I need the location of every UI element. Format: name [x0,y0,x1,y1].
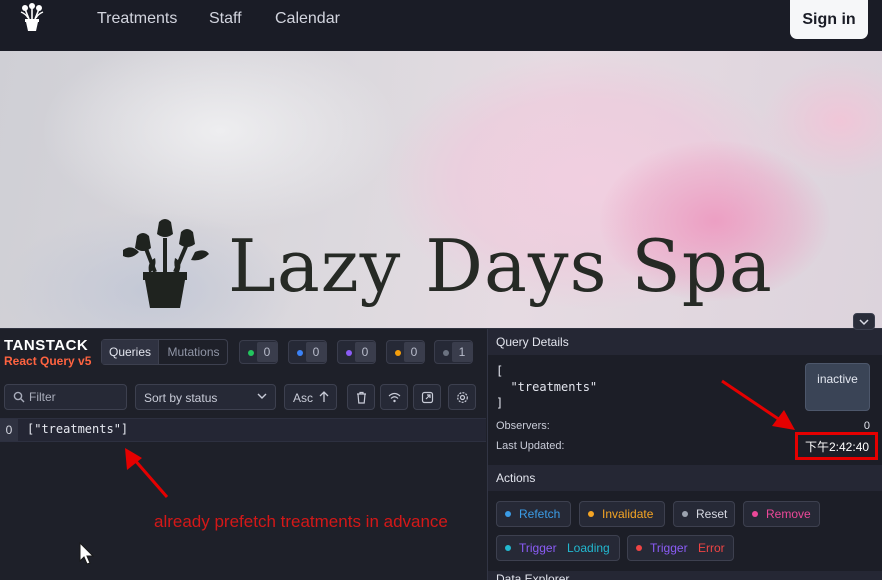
status-dot [248,350,254,356]
tab-queries[interactable]: Queries [102,340,159,364]
trash-icon [357,391,366,404]
trigger-loading-button[interactable]: Trigger Loading [496,535,620,561]
sort-select[interactable]: Sort by status [135,384,276,410]
mouse-cursor-icon [79,542,95,565]
view-toggle: Queries Mutations [101,339,228,365]
actions-heading: Actions [488,465,882,491]
devtools-brand-subtitle: React Query v5 [4,354,92,368]
tab-mutations[interactable]: Mutations [160,340,227,364]
plant-pot-icon [123,219,209,308]
observers-value: 0 [863,420,870,432]
filter-input[interactable]: Filter [4,384,127,410]
status-count-inactive: 1 [434,340,473,364]
top-nav: Treatments Staff Calendar Sign in [0,0,882,51]
plant-logo-icon[interactable] [16,2,48,32]
status-dot [346,350,352,356]
hero-banner: Lazy Days Spa [0,51,882,328]
clear-cache-button[interactable] [347,384,375,410]
trigger-error-button[interactable]: Trigger Error [627,535,734,561]
query-row[interactable]: 0 ["treatments"] [0,418,486,442]
query-devtools-panel: TANSTACK React Query v5 Queries Mutation… [0,328,882,580]
mock-offline-button[interactable] [380,384,408,410]
open-external-icon [421,391,434,404]
last-updated-value: 下午2:42:40 [805,440,870,454]
refetch-button[interactable]: Refetch [496,501,571,527]
reset-button[interactable]: Reset [673,501,735,527]
filter-placeholder: Filter [29,390,56,404]
query-list-pane: TANSTACK React Query v5 Queries Mutation… [0,329,486,580]
open-in-panel-button[interactable] [413,384,441,410]
observers-label: Observers: [496,420,550,432]
devtools-settings-button[interactable] [448,384,476,410]
status-count-paused: 0 [337,340,376,364]
status-dot [297,350,303,356]
arrow-up-icon [319,391,329,402]
chevron-down-icon [257,393,267,399]
sign-in-button[interactable]: Sign in [790,0,868,39]
nav-link-calendar[interactable]: Calendar [275,10,340,28]
hero-background [40,51,400,231]
search-icon [13,391,25,403]
query-status-badge: inactive [805,363,870,411]
wifi-icon [388,392,401,403]
query-key-json: [ "treatments" ] [496,364,598,410]
query-details-heading: Query Details [488,329,882,355]
observer-count: 0 [0,419,18,441]
status-count-fetching: 0 [288,340,327,364]
data-explorer-heading: Data Explorer [488,571,882,580]
status-count-stale: 0 [386,340,425,364]
devtools-brand: TANSTACK [4,337,89,354]
sort-order-label: Asc [293,391,314,405]
last-updated-label: Last Updated: [496,440,565,452]
status-dot [395,350,401,356]
annotation-text: already prefetch treatments in advance [154,512,448,531]
settings-icon [457,392,468,403]
invalidate-button[interactable]: Invalidate [579,501,665,527]
devtools-collapse-button[interactable] [853,313,875,330]
nav-link-staff[interactable]: Staff [209,10,242,28]
query-key: ["treatments"] [27,422,129,436]
status-count-fresh: 0 [239,340,278,364]
chevron-down-icon [859,319,869,326]
status-dot [443,350,449,356]
nav-link-treatments[interactable]: Treatments [97,10,177,28]
sort-order-button[interactable]: Asc [284,384,337,410]
sort-label: Sort by status [144,391,218,405]
hero-title: Lazy Days Spa [228,224,773,308]
remove-button[interactable]: Remove [743,501,820,527]
